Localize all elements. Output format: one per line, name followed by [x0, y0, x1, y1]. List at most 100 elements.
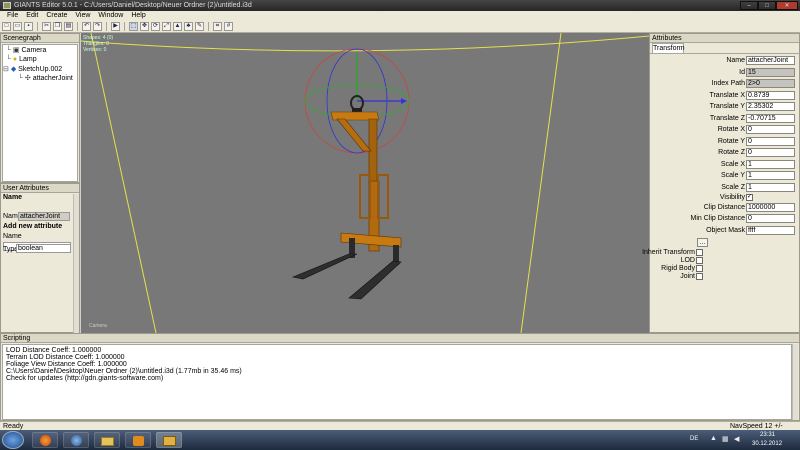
close-button[interactable]: ✕: [776, 1, 798, 10]
rotate-x-input[interactable]: 0: [746, 125, 795, 134]
scale-icon[interactable]: ⤢: [162, 22, 171, 31]
toolbar-separator: [77, 22, 78, 31]
scale-y-input[interactable]: 1: [746, 171, 795, 180]
taskbar-thunderbird[interactable]: [63, 432, 89, 448]
cube-icon: ◆: [10, 66, 17, 73]
clip-distance-input[interactable]: 1000000: [746, 203, 795, 212]
rigid-body-checkbox[interactable]: [696, 265, 703, 272]
lod-checkbox[interactable]: [696, 257, 703, 264]
cut-icon[interactable]: ✂: [42, 22, 51, 31]
rotate-icon[interactable]: ⟳: [151, 22, 160, 31]
network-icon[interactable]: ▦: [722, 435, 729, 443]
start-button[interactable]: [2, 431, 24, 449]
grid-line-top: [81, 35, 649, 52]
firefox-icon: [40, 435, 51, 446]
tray-chevron-icon[interactable]: ▲: [710, 435, 717, 442]
attr-row-joint: Joint: [650, 272, 800, 282]
tree-item-lamp[interactable]: └ ● Lamp: [6, 55, 37, 64]
attr-row-id: Id 15: [650, 68, 800, 78]
clock-time[interactable]: 23:31: [760, 432, 775, 438]
scenegraph-title: Scenegraph: [1, 34, 79, 43]
redo-icon[interactable]: ↷: [93, 22, 102, 31]
volume-icon[interactable]: ◀: [734, 435, 739, 443]
taskbar-explorer[interactable]: [94, 432, 120, 448]
tree-item-attacherjoint[interactable]: └ ✣ attacherJoint: [18, 74, 73, 83]
terrain-icon[interactable]: ▲: [173, 22, 182, 31]
name-label: Name: [726, 57, 745, 64]
clock-date[interactable]: 30.12.2012: [752, 441, 782, 447]
attr-row-rotate-x: Rotate X 0: [650, 125, 800, 135]
attr-row-clip-distance: Clip Distance 1000000: [650, 203, 800, 213]
language-indicator[interactable]: DE: [690, 436, 698, 442]
snap-icon[interactable]: ⌗: [213, 22, 222, 31]
name-field[interactable]: attacherJoint: [18, 212, 70, 221]
move-icon[interactable]: ✥: [140, 22, 149, 31]
select-icon[interactable]: ⬚: [129, 22, 138, 31]
translate-x-input[interactable]: 0.8739: [746, 91, 795, 100]
lamp-icon: ●: [12, 56, 18, 63]
new-icon[interactable]: □: [2, 22, 11, 31]
open-icon[interactable]: ▭: [13, 22, 22, 31]
title-bar: GIANTS Editor 5.0.1 - C:/Users/Daniel/De…: [0, 0, 800, 11]
window-title: GIANTS Editor 5.0.1 - C:/Users/Daniel/De…: [14, 2, 252, 9]
attr-row-translate-z: Translate Z -0.70715: [650, 114, 800, 124]
joint-label: Joint: [680, 273, 695, 280]
rotate-z-label: Rotate Z: [718, 149, 745, 156]
translate-z-input[interactable]: -0.70715: [746, 114, 795, 123]
id-label: Id: [739, 69, 745, 76]
menu-edit[interactable]: Edit: [22, 11, 42, 21]
id-field: 15: [746, 68, 795, 77]
foliage-icon[interactable]: ♣: [184, 22, 193, 31]
menu-help[interactable]: Help: [127, 11, 149, 21]
menu-view[interactable]: View: [71, 11, 94, 21]
toolbar-separator: [208, 22, 209, 31]
handle-right: [377, 174, 389, 219]
minimize-button[interactable]: –: [740, 1, 758, 10]
scale-y-label: Scale Y: [721, 172, 745, 179]
tree-item-camera[interactable]: └ ▣ Camera: [6, 46, 46, 55]
taskbar-media[interactable]: [125, 432, 151, 448]
object-mask-button[interactable]: ...: [697, 238, 708, 247]
translate-z-label: Translate Z: [709, 115, 745, 122]
type-select[interactable]: boolean: [16, 244, 71, 253]
grid-icon[interactable]: #: [224, 22, 233, 31]
undo-icon[interactable]: ↶: [82, 22, 91, 31]
scenegraph-tree[interactable]: └ ▣ Camera └ ● Lamp ⊟ ◆ SketchUp.002 └ ✣…: [2, 44, 78, 182]
attr-row-rotate-z: Rotate Z 0: [650, 148, 800, 158]
fork-left: [291, 253, 358, 280]
paste-icon[interactable]: ▤: [64, 22, 73, 31]
tree-branch-icon: └: [6, 56, 11, 63]
maximize-button[interactable]: □: [758, 1, 776, 10]
menu-create[interactable]: Create: [42, 11, 71, 21]
expand-icon[interactable]: ⊟: [3, 66, 9, 73]
scripting-scrollbar[interactable]: [792, 344, 798, 420]
play-icon[interactable]: ▶: [111, 22, 120, 31]
3d-viewport[interactable]: Shapes: 4 (0) Triangles: 0 Vertices: 0 C…: [81, 33, 649, 333]
inherit-transform-checkbox[interactable]: [696, 249, 703, 256]
user-attributes-scrollbar[interactable]: [73, 194, 79, 333]
menu-window[interactable]: Window: [94, 11, 127, 21]
tree-item-sketchup[interactable]: ⊟ ◆ SketchUp.002: [3, 65, 62, 74]
name-section-header: Name: [3, 194, 23, 201]
save-icon[interactable]: ▪: [24, 22, 33, 31]
menu-file[interactable]: File: [3, 11, 22, 21]
paint-icon[interactable]: ✎: [195, 22, 204, 31]
tab-transform[interactable]: Transform: [652, 43, 685, 53]
object-mask-input[interactable]: ffff: [746, 226, 795, 235]
taskbar-firefox[interactable]: [32, 432, 58, 448]
toolbar-separator: [124, 22, 125, 31]
visibility-checkbox[interactable]: ✓: [746, 194, 753, 201]
attr-row-min-clip-distance: Min Clip Distance 0: [650, 214, 800, 224]
taskbar-giants-editor[interactable]: [156, 432, 182, 448]
rotate-y-input[interactable]: 0: [746, 137, 795, 146]
scale-x-input[interactable]: 1: [746, 160, 795, 169]
min-clip-distance-input[interactable]: 0: [746, 214, 795, 223]
copy-icon[interactable]: ❐: [53, 22, 62, 31]
fork-right: [348, 260, 402, 300]
joint-checkbox[interactable]: [696, 273, 703, 280]
translate-y-input[interactable]: 2.35302: [746, 102, 795, 111]
scale-z-input[interactable]: 1: [746, 183, 795, 192]
scripting-output[interactable]: LOD Distance Coeff: 1.000000 Terrain LOD…: [2, 344, 792, 420]
name-input[interactable]: attacherJoint: [746, 56, 795, 65]
rotate-z-input[interactable]: 0: [746, 148, 795, 157]
